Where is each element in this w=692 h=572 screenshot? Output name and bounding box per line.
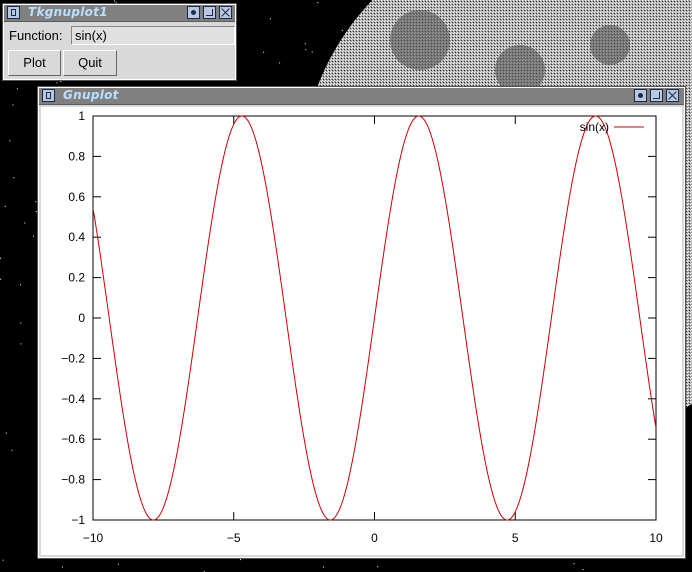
function-input[interactable]: sin(x) [71,26,235,45]
tkgnuplot-titlebar[interactable]: Tkgnuplot1 [4,5,235,22]
star [0,278,2,280]
star [13,177,15,179]
star [20,284,21,286]
plot-canvas: 1 0.8 0.6 0.4 0.2 0 −0.2 −0.4 −0.6 −0.8 −1 −10 −5 0 5 1… [41,107,682,555]
star [311,51,313,53]
star [16,88,18,90]
star [61,566,63,568]
window-title: Gnuplot [63,88,119,102]
star [5,432,7,434]
moon-crater [590,25,630,65]
window-title: Tkgnuplot1 [28,5,108,19]
star [56,82,58,84]
x-tick-label: 10 [649,531,663,545]
star [12,104,14,106]
minimize-icon[interactable] [187,6,200,19]
x-tick-label: 0 [371,531,378,545]
y-tick-label: 0.4 [68,230,85,244]
y-tick-label: 1 [78,109,85,123]
close-icon[interactable] [219,6,232,19]
star [24,222,26,224]
star [117,563,119,565]
quit-button[interactable]: Quit [63,50,117,76]
star [323,566,325,568]
y-tick-label: −0.8 [61,473,85,487]
y-tick-label: −0.2 [61,351,85,365]
star [317,2,319,4]
x-tick-label: −10 [83,531,104,545]
y-tick-label: −1 [71,513,85,527]
star [240,559,241,561]
star [2,559,4,561]
sine-chart: 1 0.8 0.6 0.4 0.2 0 −0.2 −0.4 −0.6 −0.8 −1 −10 −5 0 5 1… [61,109,663,545]
gnuplot-window: Gnuplot 1 0.8 0.6 0.4 0.2 0 −0.2 −0.4 −0.6 −0.8 −1… [38,87,685,558]
series-line-sin [92,115,657,521]
x-tick-label: −5 [227,531,241,545]
minimize-icon[interactable] [634,89,647,102]
star [341,29,343,31]
star [0,257,1,259]
y-tick-label: 0.2 [68,271,85,285]
y-tick-label: 0.8 [68,149,85,163]
tkgnuplot-window: Tkgnuplot1 Function: sin(x) Plot Quit [3,4,236,80]
window-menu-icon[interactable] [7,6,20,19]
legend-label: sin(x) [580,120,609,134]
plot-button[interactable]: Plot [8,50,61,76]
star [269,18,271,20]
star [35,201,37,203]
y-tick-label: 0 [78,311,85,325]
star [11,449,13,451]
maximize-icon[interactable] [203,6,216,19]
star [304,43,306,45]
star [35,211,37,213]
maximize-icon[interactable] [650,89,663,102]
star [113,0,115,2]
star [573,563,575,565]
star [33,235,34,237]
star [20,343,22,345]
star [9,140,11,142]
star [263,51,265,53]
close-icon[interactable] [666,89,679,102]
y-tick-label: −0.6 [61,432,85,446]
star [60,80,62,82]
function-label: Function: [9,28,63,43]
x-tick-label: 5 [512,531,519,545]
star [20,322,22,324]
star [115,1,117,3]
star [582,569,584,570]
y-tick-label: −0.4 [61,392,85,406]
star [4,205,6,207]
window-menu-icon[interactable] [42,89,55,102]
gnuplot-titlebar[interactable]: Gnuplot [39,88,684,105]
star [305,49,307,51]
star [377,566,379,568]
y-tick-label: 0.6 [68,190,85,204]
moon-crater [390,10,450,70]
star [279,62,281,64]
